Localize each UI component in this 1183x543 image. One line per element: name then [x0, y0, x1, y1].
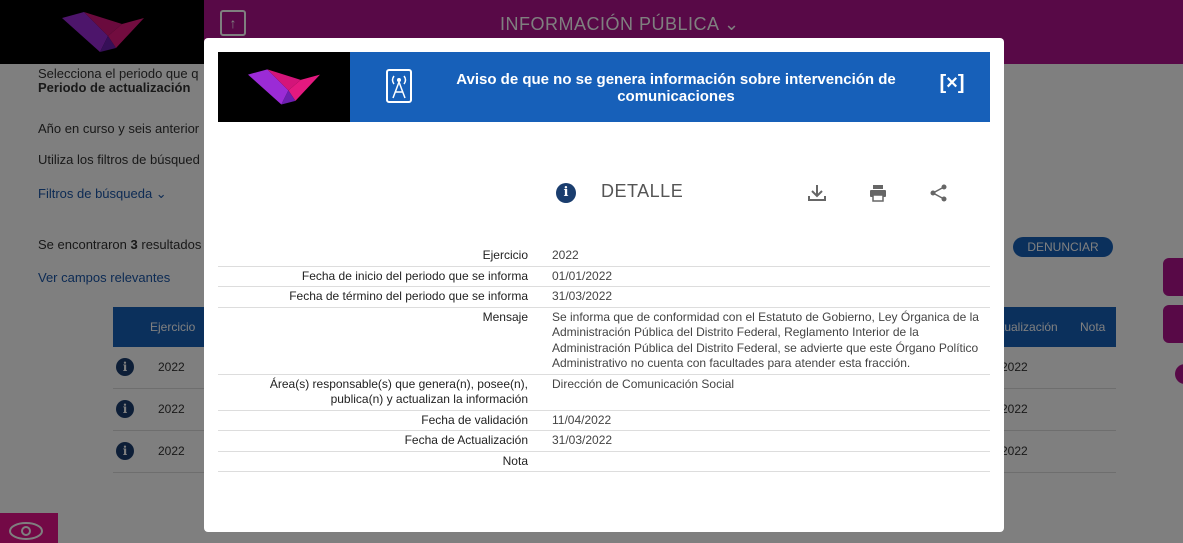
detail-row: Nota: [218, 451, 990, 472]
detail-toolbar: i DETALLE: [204, 178, 1004, 210]
field-label: Fecha de inicio del periodo que se infor…: [218, 266, 542, 287]
modal-title-line2: comunicaciones: [617, 88, 735, 105]
field-value: 01/01/2022: [542, 266, 990, 287]
field-value: 31/03/2022: [542, 286, 990, 308]
print-icon: [870, 185, 886, 202]
field-label: Nota: [218, 451, 542, 472]
detail-row: Ejercicio 2022: [218, 246, 990, 267]
close-button[interactable]: [×]: [936, 71, 968, 95]
field-value: Se informa que de conformidad con el Est…: [542, 307, 990, 375]
detail-table: Ejercicio 2022 Fecha de inicio del perio…: [218, 246, 990, 472]
field-value: 2022: [542, 246, 990, 267]
print-button[interactable]: [865, 180, 891, 206]
detail-row: Fecha de inicio del periodo que se infor…: [218, 266, 990, 287]
modal-title: Aviso de que no se genera información so…: [438, 71, 914, 105]
field-label: Fecha de término del periodo que se info…: [218, 286, 542, 308]
detail-row: Área(s) responsable(s) que genera(n), po…: [218, 374, 990, 411]
field-label: Ejercicio: [218, 246, 542, 267]
field-value: [542, 451, 990, 472]
field-label: Mensaje: [218, 307, 542, 375]
modal-header: Aviso de que no se genera información so…: [218, 52, 990, 122]
field-value: Dirección de Comunicación Social: [542, 374, 990, 411]
antenna-tower-icon: [386, 69, 412, 103]
share-button[interactable]: [926, 180, 952, 206]
detail-row: Fecha de validación 11/04/2022: [218, 410, 990, 431]
modal-title-bar: Aviso de que no se genera información so…: [350, 52, 990, 122]
logo-icon: [248, 69, 320, 105]
download-button[interactable]: [804, 180, 830, 206]
field-label: Fecha de validación: [218, 410, 542, 431]
detail-row: Fecha de Actualización 31/03/2022: [218, 430, 990, 452]
field-label: Fecha de Actualización: [218, 430, 542, 452]
modal-logo: [218, 52, 350, 122]
info-icon: i: [556, 183, 576, 203]
field-label: Área(s) responsable(s) que genera(n), po…: [218, 374, 542, 411]
detail-modal: Aviso de que no se genera información so…: [204, 38, 1004, 532]
field-value: 11/04/2022: [542, 410, 990, 431]
detail-row: Fecha de término del periodo que se info…: [218, 286, 990, 308]
field-value: 31/03/2022: [542, 430, 990, 452]
modal-title-line1: Aviso de que no se genera información so…: [456, 71, 896, 88]
download-icon: [808, 185, 826, 201]
share-icon: [930, 184, 947, 202]
detail-row: Mensaje Se informa que de conformidad co…: [218, 307, 990, 375]
detail-label: DETALLE: [601, 181, 684, 201]
